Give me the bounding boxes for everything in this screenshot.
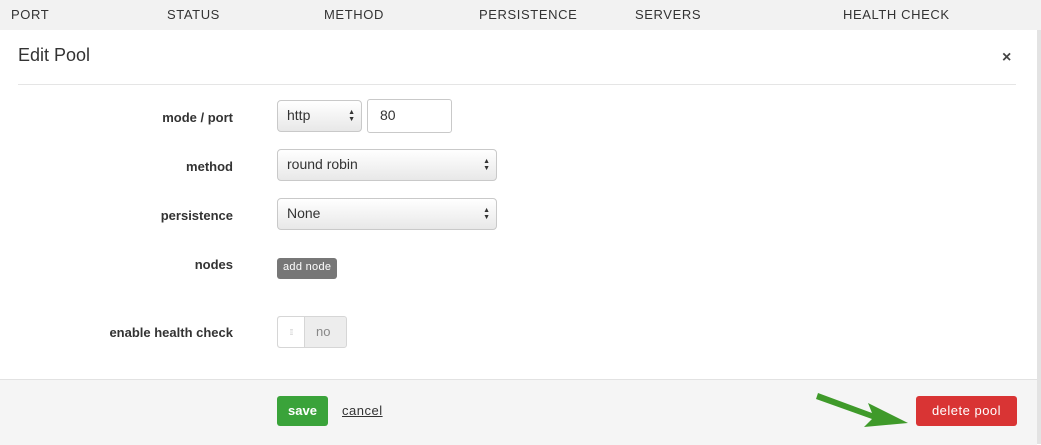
save-button[interactable]: save [277, 396, 328, 426]
mode-port-label: mode / port [162, 110, 233, 125]
port-input-value: 80 [380, 107, 396, 123]
edit-pool-modal: Edit Pool × mode / port http ▲ ▼ 80 metho… [0, 30, 1041, 445]
method-select[interactable]: round robin ▲ ▼ [277, 149, 497, 181]
select-arrows-icon: ▲ ▼ [483, 158, 490, 172]
column-header-persistence: PERSISTENCE [479, 7, 578, 22]
method-label: method [186, 159, 233, 174]
select-arrows-icon: ▲ ▼ [348, 109, 355, 123]
title-divider [18, 84, 1016, 85]
pools-table-header: PORT STATUS METHOD PERSISTENCE SERVERS H… [0, 0, 1041, 31]
modal-title: Edit Pool [18, 45, 91, 65]
select-arrows-icon: ▲ ▼ [483, 207, 490, 221]
column-header-status: STATUS [167, 7, 220, 22]
health-check-label: enable health check [109, 325, 233, 340]
cancel-button[interactable]: cancel [342, 403, 383, 418]
arrow-annotation-icon [816, 393, 908, 427]
column-header-health-check: HEALTH CHECK [843, 7, 950, 22]
column-header-port: PORT [11, 7, 50, 22]
column-header-method: METHOD [324, 7, 384, 22]
persistence-label: persistence [160, 208, 233, 223]
persistence-select-value: None [287, 205, 321, 221]
mode-select-value: http [287, 107, 311, 123]
grip-icon: ⁞⁞ [278, 317, 305, 347]
mode-select[interactable]: http ▲ ▼ [277, 100, 362, 132]
close-icon[interactable]: × [1002, 50, 1011, 66]
nodes-label: nodes [194, 257, 233, 272]
add-node-button[interactable]: add node [277, 258, 338, 279]
column-header-servers: SERVERS [635, 7, 702, 22]
toggle-state-label: no [316, 324, 331, 339]
persistence-select[interactable]: None ▲ ▼ [277, 198, 497, 230]
health-check-toggle[interactable]: ⁞⁞ no [277, 316, 347, 348]
port-input[interactable]: 80 [367, 99, 452, 133]
method-select-value: round robin [287, 156, 358, 172]
delete-pool-button[interactable]: delete pool [916, 396, 1017, 426]
